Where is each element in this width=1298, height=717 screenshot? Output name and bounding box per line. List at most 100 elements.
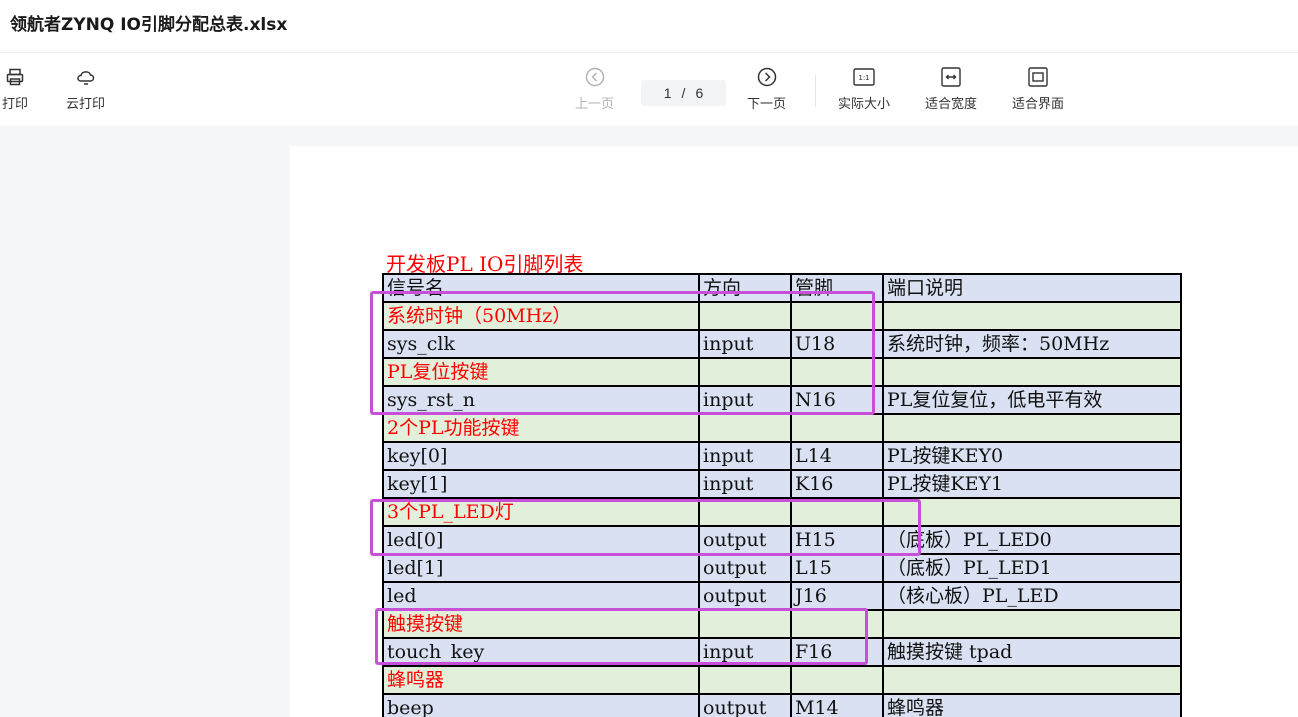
- table-cell: 系统时钟，频率：50MHz: [882, 329, 1182, 359]
- table-cell: [882, 301, 1182, 331]
- prev-page-button[interactable]: 上一页: [575, 65, 614, 112]
- table-cell: input: [698, 329, 792, 359]
- toolbar-separator: [815, 75, 816, 107]
- table-cell: [698, 497, 792, 527]
- table-cell: output: [698, 553, 792, 583]
- table-cell: output: [698, 693, 792, 717]
- table-cell: 触摸按键: [382, 609, 700, 639]
- table-cell: [790, 357, 884, 387]
- page-current: 1: [663, 85, 672, 101]
- table-row: led output J16 （核心板）PL_LED: [382, 581, 1182, 611]
- actual-size-label: 实际大小: [838, 97, 891, 112]
- cloud-print-button[interactable]: 云打印: [66, 65, 105, 112]
- table-cell: [698, 301, 792, 331]
- category-row: 系统时钟（50MHz）: [382, 301, 1182, 331]
- table-cell: U18: [790, 329, 884, 359]
- category-row: 触摸按键: [382, 609, 1182, 639]
- table-cell: 蜂鸣器: [882, 693, 1182, 717]
- table-row: sys_clk input U18 系统时钟，频率：50MHz: [382, 329, 1182, 359]
- sheet-page: 开发板PL IO引脚列表 信号名 方向 管脚 端口说明 系统时钟（50MHz） s…: [290, 146, 1298, 717]
- fit-width-icon: [940, 65, 962, 89]
- table-row: led[1] output L15 （底板）PL_LED1: [382, 553, 1182, 583]
- table-cell: [698, 665, 792, 695]
- page-indicator[interactable]: 1 / 6: [641, 80, 726, 106]
- fit-screen-icon: [1027, 65, 1049, 89]
- cloud-icon: [75, 65, 97, 89]
- next-page-button[interactable]: 下一页: [747, 65, 786, 112]
- fit-screen-button[interactable]: 适合界面: [1012, 65, 1064, 112]
- table-row: sys_rst_n input N16 PL复位复位，低电平有效: [382, 385, 1182, 415]
- table-row: beep output M14 蜂鸣器: [382, 693, 1182, 717]
- table-cell: [698, 413, 792, 443]
- fit-width-label: 适合宽度: [925, 97, 978, 112]
- toolbar: 打印 云打印 上一页 1 / 6 下一页 1:1 实际大小 适合宽度 适合界面: [0, 53, 1298, 126]
- table-cell: touch_key: [382, 637, 700, 667]
- actual-size-icon: 1:1: [853, 65, 875, 89]
- table-cell: sys_clk: [382, 329, 700, 359]
- printer-icon: [5, 65, 25, 89]
- category-row: 3个PL_LED灯: [382, 497, 1182, 527]
- table-cell: output: [698, 581, 792, 611]
- next-page-label: 下一页: [747, 97, 787, 112]
- table-cell: [790, 497, 884, 527]
- table-cell: input: [698, 385, 792, 415]
- table-cell: [790, 609, 884, 639]
- table-cell: [790, 413, 884, 443]
- fit-width-button[interactable]: 适合宽度: [925, 65, 977, 112]
- chevron-right-circle-icon: [757, 65, 777, 89]
- header-cell: 管脚: [790, 273, 884, 303]
- print-button[interactable]: 打印: [2, 65, 28, 112]
- table-cell: [882, 665, 1182, 695]
- table-cell: （底板）PL_LED1: [882, 553, 1182, 583]
- table-cell: H15: [790, 525, 884, 555]
- table-cell: input: [698, 441, 792, 471]
- table-cell: [882, 497, 1182, 527]
- table-cell: L15: [790, 553, 884, 583]
- chevron-left-circle-icon: [585, 65, 605, 89]
- category-row: PL复位按键: [382, 357, 1182, 387]
- table-cell: N16: [790, 385, 884, 415]
- table-cell: 蜂鸣器: [382, 665, 700, 695]
- document-viewer[interactable]: 开发板PL IO引脚列表 信号名 方向 管脚 端口说明 系统时钟（50MHz） s…: [0, 126, 1298, 717]
- table-row: touch_key input F16 触摸按键 tpad: [382, 637, 1182, 667]
- page-total: 6: [695, 85, 704, 101]
- table-cell: output: [698, 525, 792, 555]
- category-row: 2个PL功能按键: [382, 413, 1182, 443]
- table-row: led[0] output H15 （底板）PL_LED0: [382, 525, 1182, 555]
- table-cell: PL按键KEY0: [882, 441, 1182, 471]
- actual-size-button[interactable]: 1:1 实际大小: [838, 65, 890, 112]
- prev-page-label: 上一页: [575, 97, 615, 112]
- table-cell: led: [382, 581, 700, 611]
- table-cell: 触摸按键 tpad: [882, 637, 1182, 667]
- table-cell: beep: [382, 693, 700, 717]
- pin-table-body: 信号名 方向 管脚 端口说明 系统时钟（50MHz） sys_clk input U1…: [382, 273, 1182, 717]
- page-separator: /: [681, 85, 686, 101]
- table-cell: input: [698, 637, 792, 667]
- table-cell: （核心板）PL_LED: [882, 581, 1182, 611]
- table-cell: key[1]: [382, 469, 700, 499]
- table-cell: PL按键KEY1: [882, 469, 1182, 499]
- table-cell: [882, 609, 1182, 639]
- table-header-row: 信号名 方向 管脚 端口说明: [382, 273, 1182, 303]
- print-label: 打印: [2, 97, 29, 112]
- table-cell: [790, 665, 884, 695]
- header-cell: 信号名: [382, 273, 700, 303]
- header-cell: 方向: [698, 273, 792, 303]
- table-cell: 系统时钟（50MHz）: [382, 301, 700, 331]
- table-cell: 3个PL_LED灯: [382, 497, 700, 527]
- table-cell: L14: [790, 441, 884, 471]
- table-row: key[0] input L14 PL按键KEY0: [382, 441, 1182, 471]
- table-cell: input: [698, 469, 792, 499]
- pin-table: 信号名 方向 管脚 端口说明 系统时钟（50MHz） sys_clk input U1…: [382, 273, 1182, 717]
- table-cell: M14: [790, 693, 884, 717]
- window-title: 领航者ZYNQ IO引脚分配总表.xlsx: [10, 14, 288, 35]
- fit-screen-label: 适合界面: [1012, 97, 1065, 112]
- category-row: 蜂鸣器: [382, 665, 1182, 695]
- table-cell: [698, 357, 792, 387]
- svg-text:1:1: 1:1: [858, 74, 869, 82]
- table-cell: [882, 357, 1182, 387]
- table-cell: led[0]: [382, 525, 700, 555]
- table-cell: sys_rst_n: [382, 385, 700, 415]
- table-cell: led[1]: [382, 553, 700, 583]
- table-cell: PL复位按键: [382, 357, 700, 387]
